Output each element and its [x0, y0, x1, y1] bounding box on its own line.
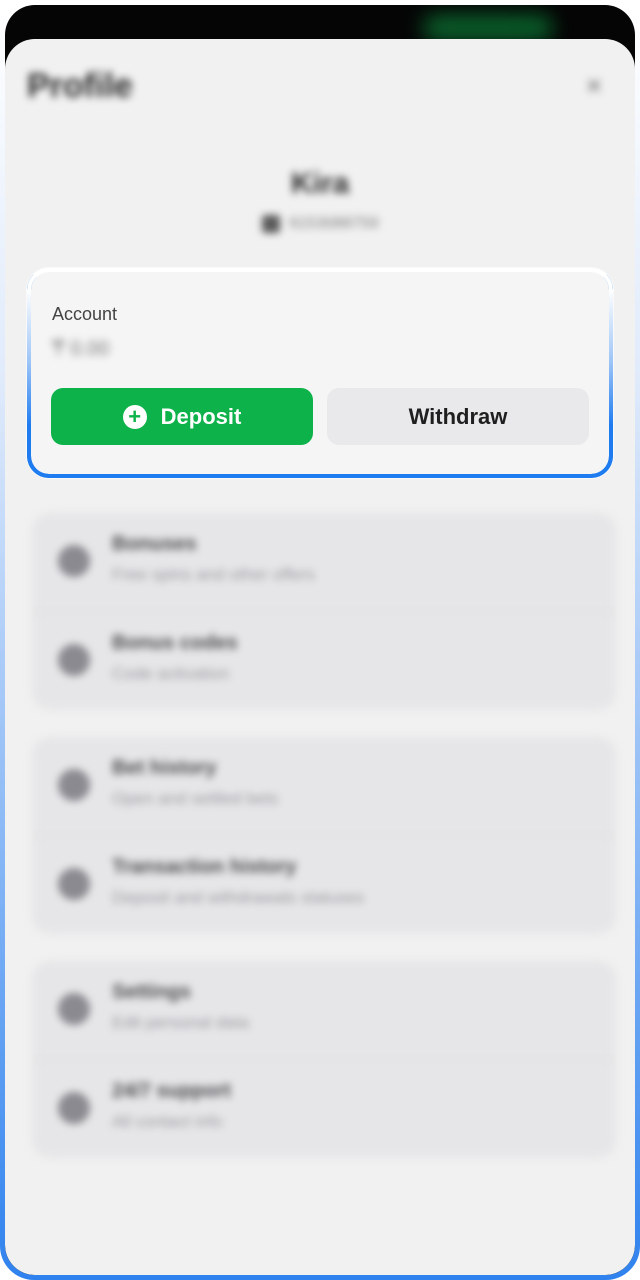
menu-item-bet-history[interactable]: Bet history Open and settled bets [32, 737, 616, 835]
page-title: Profile [27, 67, 133, 105]
search-icon [58, 868, 90, 900]
background-glow [423, 15, 553, 41]
menu-item-support[interactable]: 24/7 support All contact info [32, 1059, 616, 1158]
menu-group-history: Bet history Open and settled bets Transa… [32, 737, 616, 934]
gift-icon [58, 545, 90, 577]
menu-item-title: Transaction history [112, 856, 297, 878]
device-screen: Profile × Kira 6153088759 Bonuses Free s… [5, 5, 635, 1275]
profile-sheet: Profile × Kira 6153088759 Bonuses Free s… [5, 39, 635, 1275]
menu-item-title: 24/7 support [112, 1080, 231, 1102]
menu-item-title: Bonus codes [112, 632, 238, 654]
user-id: 6153088759 [289, 215, 379, 232]
menu-item-title: Bonuses [112, 533, 197, 555]
ticket-icon [58, 644, 90, 676]
menu-item-subtitle: All contact info [112, 1112, 223, 1131]
menu-item-transaction-history[interactable]: Transaction history Deposit and withdraw… [32, 835, 616, 934]
close-button[interactable]: × [579, 71, 609, 101]
screenshot-frame: Profile × Kira 6153088759 Bonuses Free s… [0, 0, 640, 1280]
deposit-label: Deposit [160, 403, 242, 429]
clock-icon [58, 769, 90, 801]
account-balance: ₸ 0.00 [52, 338, 110, 360]
plus-circle-icon: + [122, 404, 147, 429]
menu-item-subtitle: Free spins and other offers [112, 565, 315, 584]
menu-item-bonuses[interactable]: Bonuses Free spins and other offers [32, 513, 616, 611]
account-card: Account ₸ 0.00 + Deposit Withdraw [27, 268, 613, 478]
deposit-button[interactable]: + Deposit [51, 388, 313, 445]
user-name: Kira [290, 167, 350, 200]
withdraw-label: Withdraw [408, 403, 508, 429]
gear-icon [58, 993, 90, 1025]
user-id-row[interactable]: 6153088759 [5, 215, 635, 233]
account-label: Account [52, 304, 118, 324]
menu-item-subtitle: Deposit and withdrawals statuses [112, 888, 365, 907]
menu-item-title: Settings [112, 981, 191, 1003]
menu-group-settings: Settings Edit personal data 24/7 support… [32, 961, 616, 1158]
copy-icon[interactable] [261, 215, 280, 233]
menu-group-bonuses: Bonuses Free spins and other offers Bonu… [32, 513, 616, 710]
withdraw-button[interactable]: Withdraw [327, 388, 589, 445]
menu-item-settings[interactable]: Settings Edit personal data [32, 961, 616, 1059]
menu-item-bonus-codes[interactable]: Bonus codes Code activation [32, 611, 616, 710]
headset-icon [58, 1092, 90, 1124]
menu-item-subtitle: Open and settled bets [112, 789, 279, 808]
menu-item-subtitle: Edit personal data [112, 1013, 250, 1032]
menu-item-title: Bet history [112, 757, 217, 779]
menu-item-subtitle: Code activation [112, 664, 230, 683]
